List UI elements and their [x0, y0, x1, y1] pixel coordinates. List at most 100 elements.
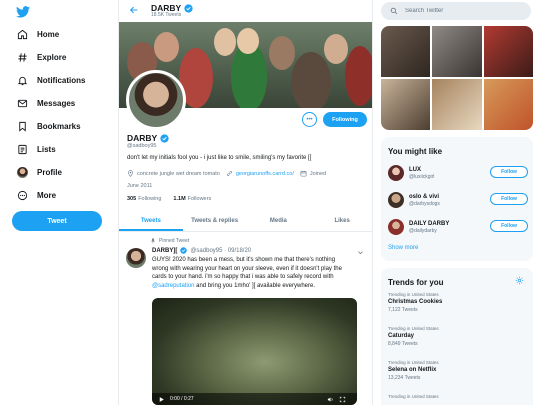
- nav-messages[interactable]: Messages: [16, 95, 75, 111]
- volume-icon[interactable]: [327, 396, 334, 403]
- tweet-button[interactable]: Tweet: [12, 211, 102, 231]
- tweet-mention-link[interactable]: @sadreputation: [152, 283, 194, 289]
- tweet-author-name[interactable]: DARBY][: [152, 248, 177, 254]
- media-thumbnail[interactable]: [483, 26, 533, 77]
- pin-icon: [150, 238, 156, 244]
- show-more-link[interactable]: Show more: [388, 245, 418, 251]
- home-icon: [16, 28, 28, 40]
- list-icon: [16, 143, 28, 155]
- tweet-text-line: and bring you 1mho' ][ available everywh…: [194, 282, 316, 289]
- profile-bio: don't let my initials fool you - i just …: [127, 155, 312, 161]
- suggestion-handle: @luxiickgirl: [409, 173, 435, 180]
- nav-bookmarks[interactable]: Bookmarks: [16, 118, 81, 134]
- trend-name: Christmas Cookies: [388, 299, 443, 305]
- follow-button[interactable]: Follow: [490, 193, 528, 205]
- nav-explore-label: Explore: [37, 52, 67, 62]
- more-icon: [16, 189, 28, 201]
- right-sidebar: You might like LUX @luxiickgirl Follow o…: [373, 0, 540, 405]
- suggestion-avatar: [388, 219, 404, 235]
- search-input[interactable]: [405, 8, 515, 14]
- tweet-text-line: cards to your hand. i'm so happy that i …: [152, 274, 334, 280]
- trend-context: Trending in United States: [388, 394, 439, 399]
- follow-button[interactable]: Follow: [490, 166, 528, 178]
- profile-joined-label: Joined: [309, 170, 327, 177]
- profile-timeline: DARBY 18.5K Tweets ••• Following DARBY @…: [118, 0, 373, 405]
- who-to-follow-panel: You might like LUX @luxiickgirl Follow o…: [381, 137, 533, 261]
- twitter-logo-icon[interactable]: [16, 6, 30, 18]
- tweet-video[interactable]: 0:00 / 0:27: [152, 298, 357, 405]
- media-thumbnail[interactable]: [432, 79, 482, 130]
- following-count: 305: [127, 196, 137, 202]
- profile-handle: @sadboy95: [127, 143, 157, 149]
- profile-joined-date: June 2011: [127, 183, 153, 189]
- calendar-icon: [300, 170, 307, 177]
- nav-explore[interactable]: Explore: [16, 49, 66, 65]
- media-thumbnail[interactable]: [381, 26, 431, 77]
- suggestion-handle: @darbysdogs: [409, 200, 440, 207]
- gear-icon[interactable]: [515, 276, 524, 285]
- following-label: Following: [138, 196, 162, 202]
- following-count-link[interactable]: 305 Following: [127, 196, 161, 202]
- trend-context: Trending in United States: [388, 326, 439, 331]
- might-like-title: You might like: [388, 147, 443, 156]
- trend-item[interactable]: Trending in United States Selena on Netf…: [388, 360, 528, 381]
- followers-count-link[interactable]: 1.1M Followers: [173, 196, 211, 202]
- trend-item[interactable]: Trending in United States Christmas Cook…: [388, 292, 528, 313]
- trends-panel: Trends for you Trending in United States…: [381, 268, 533, 405]
- profile-tabs: Tweets Tweets & replies Media Likes: [119, 210, 372, 232]
- trend-context: Trending in United States: [388, 360, 439, 365]
- nav-lists[interactable]: Lists: [16, 141, 56, 157]
- tweet-text-line: GUYS! 2020 has been a mess, but it's sho…: [152, 257, 336, 263]
- tab-tweets[interactable]: Tweets: [119, 210, 183, 231]
- tab-likes[interactable]: Likes: [310, 210, 372, 231]
- media-thumbnail[interactable]: [381, 79, 431, 130]
- nav-more[interactable]: More: [16, 187, 56, 203]
- nav-profile[interactable]: Profile: [16, 164, 62, 180]
- fullscreen-icon[interactable]: [339, 396, 346, 403]
- follow-button[interactable]: Follow: [490, 220, 528, 232]
- video-time: 0:00 / 0:27: [170, 396, 194, 402]
- following-button[interactable]: Following: [323, 112, 367, 127]
- tweet-author-avatar[interactable]: [126, 248, 146, 268]
- back-arrow-icon[interactable]: [129, 5, 139, 15]
- search-icon: [390, 7, 398, 15]
- followers-count: 1.1M: [173, 196, 186, 202]
- hashtag-icon: [16, 51, 28, 63]
- trend-context: Trending in United States: [388, 292, 439, 297]
- suggestion-avatar: [388, 165, 404, 181]
- profile-media-grid: [381, 26, 533, 130]
- tweet-header: DARBY][ @sadboy95 · 09/18/20: [152, 247, 251, 254]
- media-thumbnail[interactable]: [483, 79, 533, 130]
- chevron-down-icon[interactable]: [357, 249, 364, 256]
- suggestion-name: oslo & vivi: [409, 193, 440, 200]
- suggestion-handle: @dailydarby: [409, 227, 437, 234]
- profile-avatar[interactable]: [126, 70, 186, 130]
- trend-item[interactable]: Trending in United States Caturday 8,849…: [388, 326, 528, 347]
- tweet-handle-date: @sadboy95 · 09/18/20: [190, 247, 252, 254]
- verified-badge-icon: [180, 247, 188, 254]
- location-icon: [128, 170, 133, 177]
- tab-media[interactable]: Media: [247, 210, 311, 231]
- trend-item[interactable]: Trending in United States: [388, 394, 528, 399]
- suggestion-avatar: [388, 192, 404, 208]
- suggestion-item[interactable]: DAILY DARBY @dailydarby Follow: [388, 217, 528, 237]
- nav-messages-label: Messages: [37, 98, 76, 108]
- bookmark-icon: [16, 120, 28, 132]
- media-thumbnail[interactable]: [432, 26, 482, 77]
- verified-badge-icon: [160, 133, 169, 143]
- play-icon[interactable]: [158, 396, 165, 403]
- search-bar[interactable]: [381, 2, 531, 20]
- suggestion-item[interactable]: LUX @luxiickgirl Follow: [388, 163, 528, 183]
- suggestion-item[interactable]: oslo & vivi @darbysdogs Follow: [388, 190, 528, 210]
- tab-tweets-replies[interactable]: Tweets & replies: [183, 210, 247, 231]
- nav-lists-label: Lists: [37, 144, 56, 154]
- nav-home[interactable]: Home: [16, 26, 59, 42]
- profile-more-button[interactable]: •••: [302, 112, 317, 127]
- profile-website-link[interactable]: georgiarunoffs.carrd.co/: [236, 171, 294, 177]
- trend-name: Caturday: [388, 333, 415, 339]
- suggestion-name: LUX: [409, 166, 421, 173]
- trends-title: Trends for you: [388, 278, 444, 287]
- left-navigation: Home Explore Notifications Messages Book…: [0, 0, 118, 405]
- nav-notifications[interactable]: Notifications: [16, 72, 85, 88]
- profile-name: DARBY: [127, 133, 169, 143]
